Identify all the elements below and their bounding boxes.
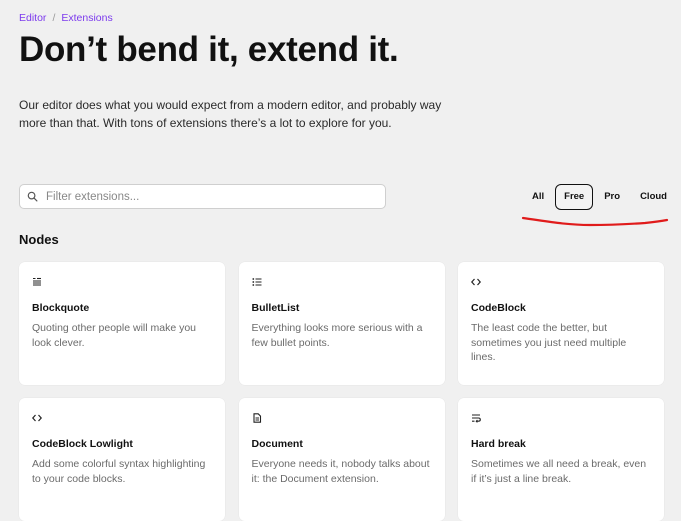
card-description: Quoting other people will make you look … [32,322,197,349]
search-box[interactable] [19,184,386,209]
card-description: Everything looks more serious with a few… [251,322,423,349]
extension-card-hard-break[interactable]: Hard break Sometimes we all need a break… [458,398,664,521]
page-title: Don’t bend it, extend it. [19,30,399,69]
card-title: BulletList [251,302,300,314]
hard-break-icon [471,410,651,423]
extension-card-document[interactable]: Document Everyone needs it, nobody talks… [238,398,445,521]
red-underline-annotation [521,216,669,227]
intro-text: Our editor does what you would expect fr… [19,98,442,130]
breadcrumb-separator: / [52,12,56,24]
breadcrumb: Editor / Extensions [19,12,113,24]
extension-card-codeblock[interactable]: CodeBlock The least code the better, but… [458,262,664,385]
search-input[interactable] [44,189,368,204]
filter-tabs: All Free Pro Cloud [523,184,678,210]
extension-card-bulletlist[interactable]: BulletList Everything looks more serious… [238,262,445,385]
filter-cloud[interactable]: Cloud [631,184,676,210]
bullet-list-icon [251,274,432,286]
filter-all[interactable]: All [523,184,553,210]
filter-pro[interactable]: Pro [595,184,629,210]
section-title-nodes: Nodes [19,232,59,247]
code-icon [31,410,212,422]
card-title: CodeBlock Lowlight [32,438,133,450]
extension-grid: Blockquote Quoting other people will mak… [19,262,664,521]
blockquote-icon [32,274,212,286]
card-description: Sometimes we all need a break, even if i… [471,458,647,485]
document-icon [252,410,432,423]
extension-card-codeblock-lowlight[interactable]: CodeBlock Lowlight Add some colorful syn… [19,398,225,521]
filter-free[interactable]: Free [555,184,594,210]
code-icon [470,274,651,286]
search-icon [27,191,38,202]
card-title: Blockquote [32,302,90,314]
card-description: Add some colorful syntax highlighting to… [32,458,206,485]
breadcrumb-editor-link[interactable]: Editor [19,12,46,24]
card-title: Hard break [471,438,526,450]
card-description: The least code the better, but sometimes… [471,322,627,363]
extension-card-blockquote[interactable]: Blockquote Quoting other people will mak… [19,262,225,385]
card-title: CodeBlock [471,302,526,314]
breadcrumb-extensions-link[interactable]: Extensions [61,12,112,24]
card-title: Document [251,438,303,450]
card-description: Everyone needs it, nobody talks about it… [251,458,430,485]
